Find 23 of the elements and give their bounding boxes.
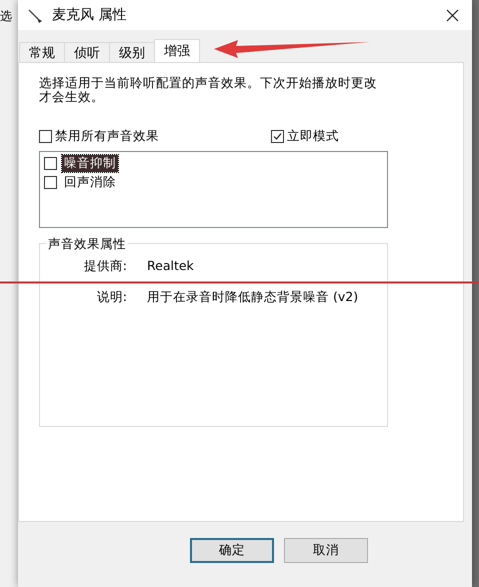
tab[interactable]: 侦听 (64, 42, 110, 62)
close-icon (446, 8, 458, 22)
list-item[interactable]: 噪音抑制 (62, 155, 118, 172)
checkbox[interactable] (39, 130, 52, 143)
list-item[interactable]: 回声消除 (62, 174, 118, 191)
checkbox-label: 禁用所有声音效果 (55, 128, 159, 145)
property-value: Realtek (147, 258, 194, 275)
description-text: 选择适用于当前聆听配置的声音效果。下次开始播放时更改才会生效。 (39, 76, 378, 104)
dialog-button[interactable]: 取消 (284, 538, 368, 563)
property-label: 说明: (96, 289, 128, 306)
dialog-button[interactable]: 确定 (190, 538, 274, 563)
checkbox[interactable] (271, 130, 284, 143)
property-label: 提供商: (82, 258, 128, 275)
property-value: 用于在录音时降低静态背景噪音 (v2) (147, 289, 358, 306)
checkbox[interactable] (44, 157, 57, 170)
tab[interactable]: 增强 (154, 39, 200, 62)
group-title: 声音效果属性 (46, 236, 128, 253)
checkbox-label: 立即模式 (287, 128, 339, 145)
window-title: 麦克风 属性 (52, 6, 128, 24)
tab[interactable]: 级别 (109, 42, 155, 62)
background-window-text: 选 (0, 8, 12, 25)
checkbox[interactable] (44, 176, 57, 189)
tab[interactable]: 常规 (19, 42, 65, 62)
